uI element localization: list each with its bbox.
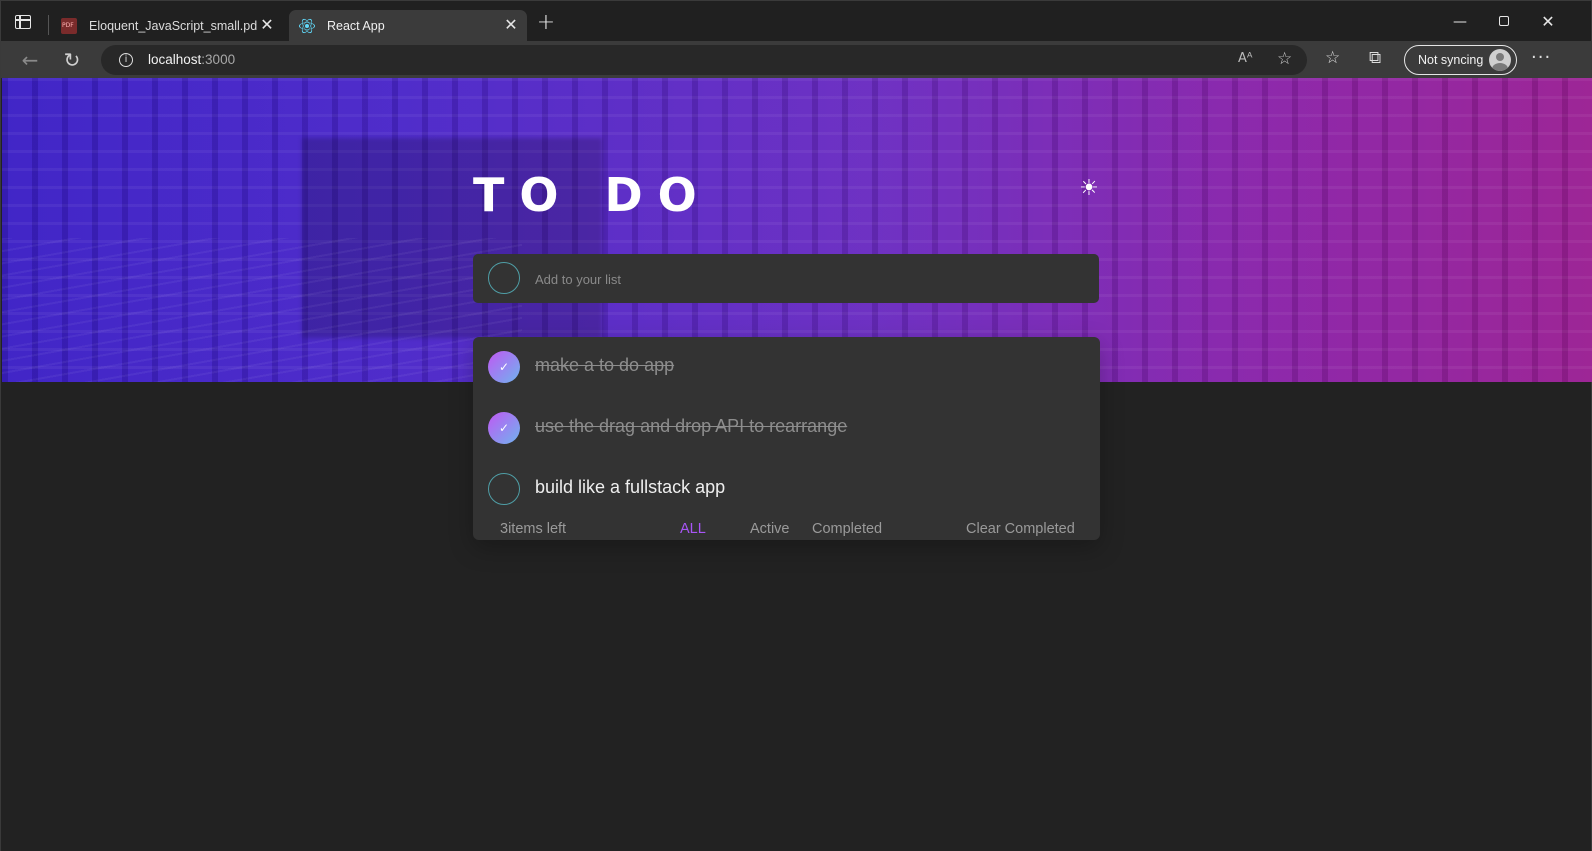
unchecked-circle-icon[interactable] [488,473,520,505]
favorites-icon[interactable]: ☆ [1325,48,1340,68]
minimize-icon[interactable]: — [1445,11,1475,33]
checkmark-icon[interactable]: ✓ [488,412,520,444]
profile-button[interactable]: Not syncing [1404,45,1517,75]
todo-list: ✓ make a to do app ✓ use the drag and dr… [473,337,1100,540]
list-item[interactable]: ✓ use the drag and drop API to rearrange [473,398,1100,450]
checkmark-icon[interactable]: ✓ [488,351,520,383]
tab-title: Eloquent_JavaScript_small.pdf [89,19,257,33]
list-item[interactable]: ✓ make a to do app [473,337,1100,389]
filter-all-button[interactable]: ALL [680,521,706,537]
new-todo-input[interactable] [535,269,1075,289]
browser-toolbar: ← ↻ i localhost:3000 Aᴬ ☆ ☆ ⧉ Not syncin… [0,41,1592,78]
tab-separator [48,15,49,35]
window-close-icon[interactable]: ✕ [1533,11,1563,33]
site-info-icon[interactable]: i [119,53,133,67]
browser-tab-bar: Eloquent_JavaScript_small.pdf ✕ React Ap… [0,0,1592,42]
tab-actions-icon[interactable] [15,15,31,29]
profile-label: Not syncing [1418,53,1484,67]
new-tab-button[interactable]: + [536,12,556,34]
close-tab-icon[interactable]: ✕ [257,16,277,36]
more-options-icon[interactable]: ··· [1531,47,1551,68]
filter-completed-button[interactable]: Completed [812,521,882,537]
todo-text: make a to do app [535,355,675,375]
sun-icon[interactable]: ☀ [1077,177,1101,201]
maximize-icon[interactable] [1489,11,1519,33]
tab-eloquent-javascript[interactable]: Eloquent_JavaScript_small.pdf ✕ [57,10,283,42]
pdf-icon [61,18,77,34]
back-arrow-icon[interactable]: ← [17,47,43,73]
react-icon [299,17,315,35]
todo-text: build like a fullstack app [535,477,726,497]
new-todo-bar [473,254,1099,303]
url-text[interactable]: localhost:3000 [148,52,235,67]
todo-text: use the drag and drop API to rearrange [535,416,848,436]
items-left-count: 3items left [500,521,567,537]
read-aloud-icon[interactable]: Aᴬ [1238,51,1253,66]
clear-completed-button[interactable]: Clear Completed [966,521,1075,537]
address-bar[interactable]: i localhost:3000 Aᴬ ☆ [101,45,1307,75]
tab-react-app[interactable]: React App ✕ [289,10,527,42]
filter-active-button[interactable]: Active [750,521,790,537]
tab-title: React App [327,19,385,33]
avatar [1489,49,1511,71]
add-favorite-icon[interactable]: ☆ [1277,49,1292,69]
page-content: TO DO ☀ ✓ make a to do app ✓ use the dra… [0,78,1592,851]
collections-icon[interactable]: ⧉ [1369,48,1381,68]
todo-footer: 3items left ALL Active Completed Clear C… [473,518,1100,538]
app-title: TO DO [473,168,712,222]
list-item[interactable]: build like a fullstack app [473,459,1100,511]
reload-icon[interactable]: ↻ [59,47,85,73]
new-todo-circle-icon[interactable] [488,262,520,294]
close-tab-icon[interactable]: ✕ [501,16,521,36]
